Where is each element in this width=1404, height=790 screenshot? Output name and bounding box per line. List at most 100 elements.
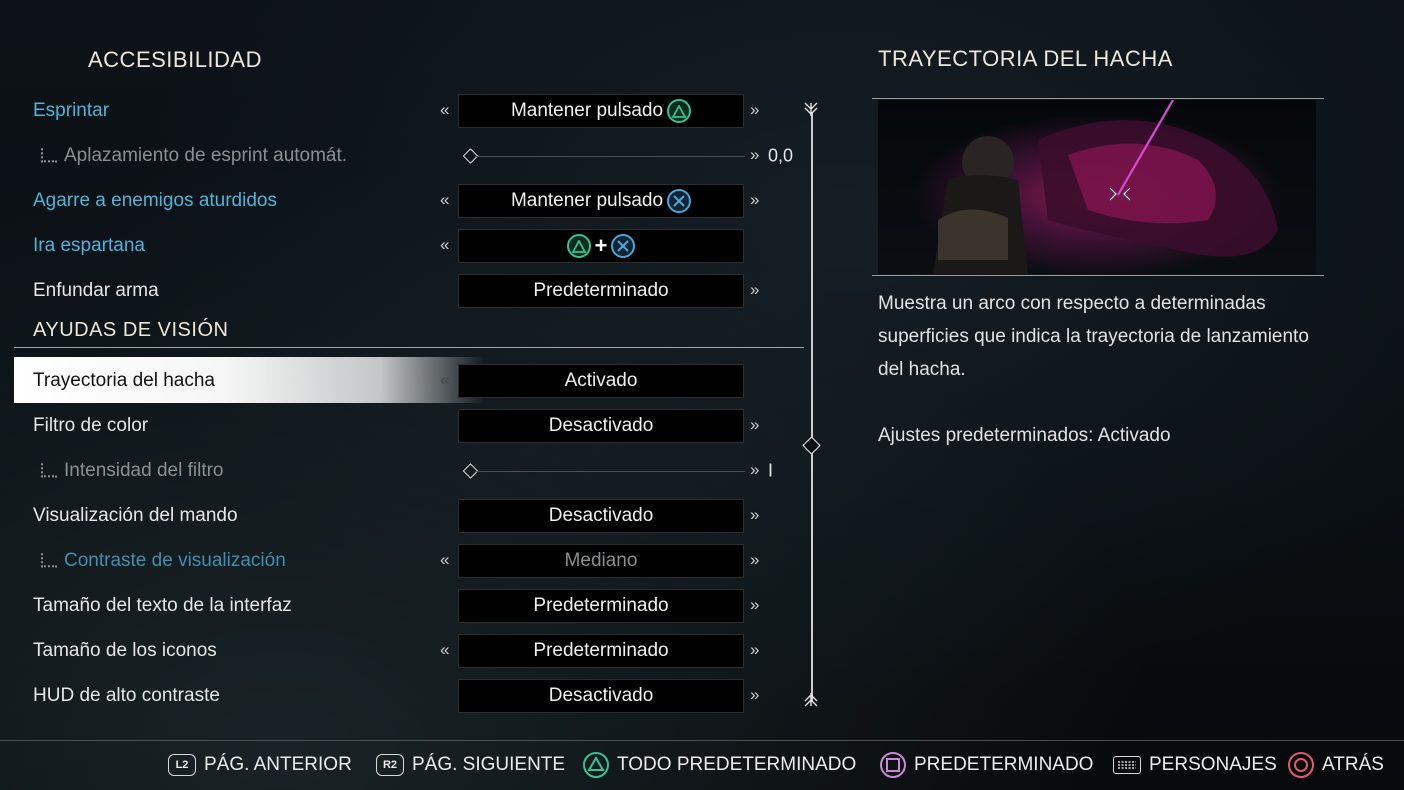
setting-value[interactable]: Mantener pulsado	[458, 184, 744, 218]
setting-row-tamano-texto[interactable]: Tamaño del texto de la interfaz Predeter…	[0, 586, 800, 626]
arrow-left-icon[interactable]: «	[440, 235, 449, 255]
setting-value-text: Desactivado	[548, 685, 654, 706]
arrow-right-icon[interactable]: »	[750, 505, 759, 525]
setting-label: Tamaño del texto de la interfaz	[33, 595, 292, 616]
sub-setting-icon	[41, 463, 57, 478]
arrow-right-icon[interactable]: »	[750, 460, 759, 480]
l2-button-icon: L2	[168, 754, 196, 776]
setting-value[interactable]: Predeterminado	[458, 274, 744, 308]
arrow-left-icon[interactable]: «	[440, 550, 449, 570]
preview-image	[878, 100, 1316, 274]
arrow-right-icon[interactable]: »	[750, 640, 759, 660]
setting-row-filtro-color[interactable]: Filtro de color Desactivado »	[0, 406, 800, 446]
setting-value[interactable]: Desactivado	[458, 409, 744, 443]
setting-row-agarre[interactable]: Agarre a enemigos aturdidos « Mantener p…	[0, 181, 800, 221]
footer-back[interactable]: ATRÁS	[1288, 752, 1384, 778]
square-button-icon	[880, 752, 906, 778]
scrollbar-top-cap-icon	[803, 101, 819, 120]
setting-value[interactable]: Mediano	[458, 544, 744, 578]
setting-value[interactable]: Activado	[458, 364, 744, 398]
detail-defaults: Ajustes predeterminados: Activado	[878, 425, 1171, 446]
preview-border-bottom	[872, 275, 1324, 276]
arrow-right-icon[interactable]: »	[750, 550, 759, 570]
setting-row-esprintar[interactable]: Esprintar « Mantener pulsado »	[0, 91, 800, 131]
setting-row-ira-espartana[interactable]: Ira espartana « +	[0, 226, 800, 266]
detail-title: TRAYECTORIA DEL HACHA	[878, 46, 1173, 71]
setting-value-text: Predeterminado	[533, 280, 669, 301]
arrow-right-icon[interactable]: »	[750, 280, 759, 300]
plus-icon: +	[594, 233, 608, 258]
section-title-ayudas-vision: AYUDAS DE VISIÓN	[33, 319, 229, 341]
setting-value[interactable]: Predeterminado	[458, 589, 744, 623]
setting-row-contraste-visualizacion[interactable]: Contraste de visualización « Mediano »	[0, 541, 800, 581]
arrow-right-icon[interactable]: »	[750, 100, 759, 120]
arrow-left-icon[interactable]: «	[440, 100, 449, 120]
arrow-right-icon[interactable]: »	[750, 145, 759, 165]
setting-label: Visualización del mando	[33, 505, 238, 526]
selection-line-top	[14, 347, 804, 348]
setting-row-hud-alto-contraste[interactable]: HUD de alto contraste Desactivado »	[0, 676, 800, 716]
setting-label: Contraste de visualización	[64, 550, 286, 571]
setting-value-text: Desactivado	[548, 505, 654, 526]
sub-setting-icon	[41, 148, 57, 163]
r2-button-icon: R2	[376, 754, 404, 776]
footer-label: PÁG. SIGUIENTE	[412, 754, 566, 775]
footer-characters[interactable]: PERSONAJES	[1113, 752, 1277, 778]
setting-label: Tamaño de los iconos	[33, 640, 217, 661]
footer-label: PREDETERMINADO	[914, 754, 1094, 775]
setting-row-intensidad-filtro[interactable]: Intensidad del filtro » I	[0, 451, 800, 491]
setting-value[interactable]: +	[458, 229, 744, 263]
setting-label: Filtro de color	[33, 415, 149, 436]
footer-all-defaults[interactable]: TODO PREDETERMINADO	[583, 752, 856, 778]
arrow-right-icon[interactable]: »	[750, 415, 759, 435]
scrollbar-bottom-cap-icon	[803, 692, 819, 711]
footer-label: ATRÁS	[1322, 754, 1384, 775]
setting-row-enfundar-arma[interactable]: Enfundar arma Predeterminado »	[0, 271, 800, 311]
setting-value-text: Predeterminado	[533, 640, 669, 661]
footer-label: TODO PREDETERMINADO	[617, 754, 857, 775]
slider-value: 0,0	[768, 145, 794, 166]
footer-prev-page[interactable]: L2 PÁG. ANTERIOR	[168, 752, 352, 778]
setting-label: Ira espartana	[33, 235, 145, 256]
footer-label: PÁG. ANTERIOR	[204, 754, 352, 775]
setting-value-text: Activado	[564, 370, 638, 391]
setting-label: Trayectoria del hacha	[33, 370, 216, 391]
setting-value[interactable]: Predeterminado	[458, 634, 744, 668]
scrollbar-thumb[interactable]	[802, 436, 821, 455]
triangle-icon	[667, 99, 692, 123]
setting-value-text: Mantener pulsado	[510, 190, 664, 211]
arrow-left-icon[interactable]: «	[440, 190, 449, 210]
slider-value: I	[768, 460, 774, 481]
setting-value-text: Desactivado	[548, 415, 654, 436]
setting-label: Intensidad del filtro	[64, 460, 224, 481]
triangle-button-icon	[583, 752, 609, 778]
arrow-left-icon[interactable]: «	[440, 370, 449, 390]
arrow-right-icon[interactable]: »	[750, 685, 759, 705]
setting-label: Agarre a enemigos aturdidos	[33, 190, 277, 211]
sub-setting-icon	[41, 553, 57, 568]
arrow-right-icon[interactable]: »	[750, 190, 759, 210]
setting-value[interactable]: Desactivado	[458, 499, 744, 533]
setting-row-aplazamiento[interactable]: Aplazamiento de esprint automát. » 0,0	[0, 136, 800, 176]
setting-row-trayectoria-hacha[interactable]: Trayectoria del hacha « Activado	[0, 361, 800, 401]
slider-track[interactable]	[475, 471, 745, 472]
touchpad-button-icon	[1113, 756, 1141, 774]
circle-button-icon	[1288, 752, 1314, 778]
setting-label: Aplazamiento de esprint automát.	[64, 145, 348, 166]
slider-track[interactable]	[475, 156, 745, 157]
arrow-left-icon[interactable]: «	[440, 640, 449, 660]
footer-divider	[0, 740, 1404, 741]
arrow-right-icon[interactable]: »	[750, 595, 759, 615]
setting-value[interactable]: Mantener pulsado	[458, 94, 744, 128]
setting-row-tamano-iconos[interactable]: Tamaño de los iconos « Predeterminado »	[0, 631, 800, 671]
setting-label: Esprintar	[33, 100, 110, 121]
axe-trajectory-illustration	[933, 100, 1278, 274]
scrollbar-track[interactable]	[811, 112, 813, 702]
detail-description: Muestra un arco con respecto a determina…	[878, 293, 1309, 380]
triangle-icon	[566, 234, 591, 258]
setting-value[interactable]: Desactivado	[458, 679, 744, 713]
setting-value-text: Predeterminado	[533, 595, 669, 616]
setting-row-visualizacion-mando[interactable]: Visualización del mando Desactivado »	[0, 496, 800, 536]
footer-next-page[interactable]: R2 PÁG. SIGUIENTE	[376, 752, 565, 778]
footer-default[interactable]: PREDETERMINADO	[880, 752, 1093, 778]
